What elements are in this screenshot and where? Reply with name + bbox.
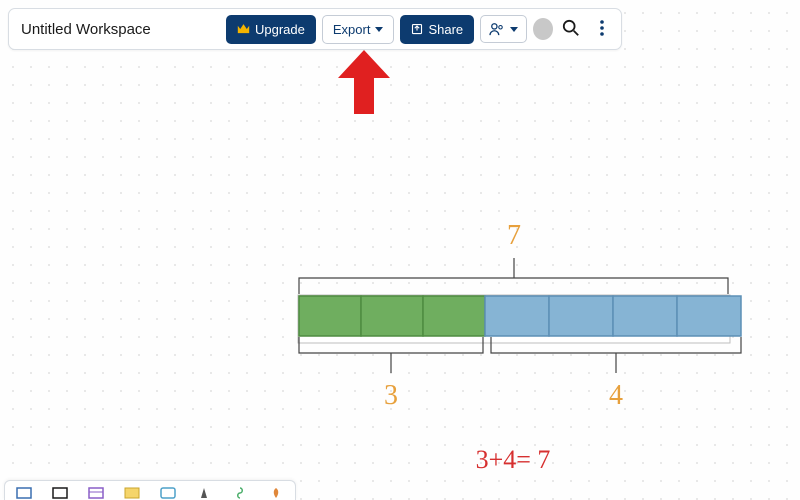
workspace-title-input[interactable] [21, 21, 220, 38]
equation-text: 3+4= 7 [476, 445, 551, 474]
collab-button[interactable] [480, 15, 527, 43]
tool-2[interactable] [51, 486, 69, 500]
collab-icon [489, 22, 505, 36]
tool-3[interactable] [87, 486, 105, 500]
upgrade-label: Upgrade [255, 22, 305, 37]
tool-6[interactable] [195, 486, 213, 500]
top-label: 7 [507, 220, 521, 251]
top-bracket [299, 258, 728, 294]
upgrade-button[interactable]: Upgrade [226, 15, 316, 44]
bottom-left-bracket [299, 337, 483, 373]
topbar: Upgrade Export Share [8, 8, 622, 50]
more-button[interactable] [590, 15, 615, 43]
export-label: Export [333, 22, 371, 37]
bottom-right-bracket [491, 337, 741, 373]
tool-4[interactable] [123, 486, 141, 500]
search-button[interactable] [559, 15, 584, 43]
annotation-arrow [332, 46, 396, 122]
avatar[interactable] [533, 18, 553, 40]
diagram-canvas: 7 3 4 3+4= 7 [0, 0, 800, 500]
tool-5[interactable] [159, 486, 177, 500]
chevron-down-icon [510, 27, 518, 32]
share-label: Share [428, 22, 463, 37]
blue-cells [485, 296, 741, 336]
crown-icon [237, 23, 250, 35]
share-icon [411, 23, 423, 35]
green-cells [299, 296, 485, 336]
bar-container [298, 295, 730, 343]
bottom-toolbar [4, 480, 296, 500]
tool-8[interactable] [267, 486, 285, 500]
share-button[interactable]: Share [400, 15, 474, 44]
search-icon [562, 19, 580, 40]
tool-1[interactable] [15, 486, 33, 500]
right-label: 4 [609, 380, 623, 411]
left-label: 3 [384, 380, 398, 411]
chevron-down-icon [375, 27, 383, 32]
tool-7[interactable] [231, 486, 249, 500]
export-button[interactable]: Export [322, 15, 395, 44]
more-vertical-icon [594, 19, 610, 40]
